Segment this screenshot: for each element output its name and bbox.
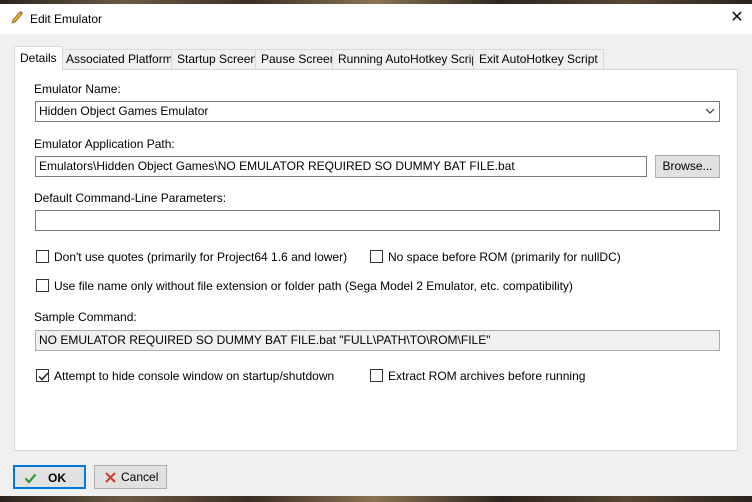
hide-console-label[interactable]: Attempt to hide console window on startu… — [54, 369, 334, 383]
no-quotes-label[interactable]: Don't use quotes (primarily for Project6… — [54, 250, 347, 264]
ok-button[interactable]: OK — [13, 465, 86, 489]
extract-rom-label[interactable]: Extract ROM archives before running — [388, 369, 585, 383]
app-path-label: Emulator Application Path: — [34, 137, 175, 151]
browse-button-label: Browse... — [662, 159, 713, 173]
pencil-icon — [10, 10, 24, 26]
tab-label: Startup Screen — [177, 52, 258, 66]
edit-emulator-dialog: Edit Emulator ✕ Details Associated Platf… — [0, 4, 752, 496]
tab-exit-autohotkey-script[interactable]: Exit AutoHotkey Script — [473, 49, 604, 69]
tab-pause-screen[interactable]: Pause Screen — [255, 49, 343, 69]
sample-command-field[interactable]: NO EMULATOR REQUIRED SO DUMMY BAT FILE.b… — [35, 330, 720, 351]
app-path-input[interactable]: Emulators\Hidden Object Games\NO EMULATO… — [35, 156, 647, 177]
filename-only-checkbox[interactable] — [36, 279, 49, 292]
checkmark-icon — [24, 472, 37, 485]
tab-label: Exit AutoHotkey Script — [479, 52, 598, 66]
tab-startup-screen[interactable]: Startup Screen — [171, 49, 264, 69]
cmdline-label: Default Command-Line Parameters: — [34, 191, 227, 205]
background-wallpaper-bottom — [0, 496, 752, 502]
tab-label: Running AutoHotkey Script — [338, 52, 482, 66]
cancel-button[interactable]: Cancel — [94, 465, 167, 489]
no-quotes-checkbox[interactable] — [36, 250, 49, 263]
app-path-value: Emulators\Hidden Object Games\NO EMULATO… — [39, 159, 515, 173]
browse-button[interactable]: Browse... — [655, 155, 720, 178]
ok-button-label: OK — [48, 471, 66, 485]
hide-console-checkbox[interactable] — [36, 369, 49, 382]
cmdline-input[interactable] — [35, 210, 720, 231]
tab-label: Details — [20, 51, 57, 65]
emulator-name-value: Hidden Object Games Emulator — [39, 104, 209, 118]
chevron-down-icon — [705, 104, 715, 118]
extract-rom-checkbox[interactable] — [370, 369, 383, 382]
tab-label: Associated Platforms — [66, 52, 179, 66]
emulator-name-dropdown[interactable]: Hidden Object Games Emulator — [35, 101, 720, 122]
emulator-name-label: Emulator Name: — [34, 82, 121, 96]
close-button[interactable]: ✕ — [722, 4, 752, 34]
tab-running-autohotkey-script[interactable]: Running AutoHotkey Script — [332, 49, 488, 69]
checkmark-icon — [38, 372, 49, 381]
no-space-label[interactable]: No space before ROM (primarily for nullD… — [388, 250, 621, 264]
sample-command-value: NO EMULATOR REQUIRED SO DUMMY BAT FILE.b… — [39, 333, 491, 347]
sample-command-label: Sample Command: — [34, 310, 137, 324]
cancel-button-label: Cancel — [121, 470, 159, 484]
tab-label: Pause Screen — [261, 52, 337, 66]
dialog-title: Edit Emulator — [30, 12, 103, 26]
no-space-checkbox[interactable] — [370, 250, 383, 263]
tab-details[interactable]: Details — [14, 46, 63, 70]
filename-only-label[interactable]: Use file name only without file extensio… — [54, 279, 573, 293]
close-icon: ✕ — [730, 9, 744, 26]
cross-icon — [104, 471, 117, 484]
tab-associated-platforms[interactable]: Associated Platforms — [60, 49, 185, 69]
details-panel: Emulator Name: Hidden Object Games Emula… — [14, 69, 738, 451]
title-bar: Edit Emulator ✕ — [0, 4, 752, 34]
